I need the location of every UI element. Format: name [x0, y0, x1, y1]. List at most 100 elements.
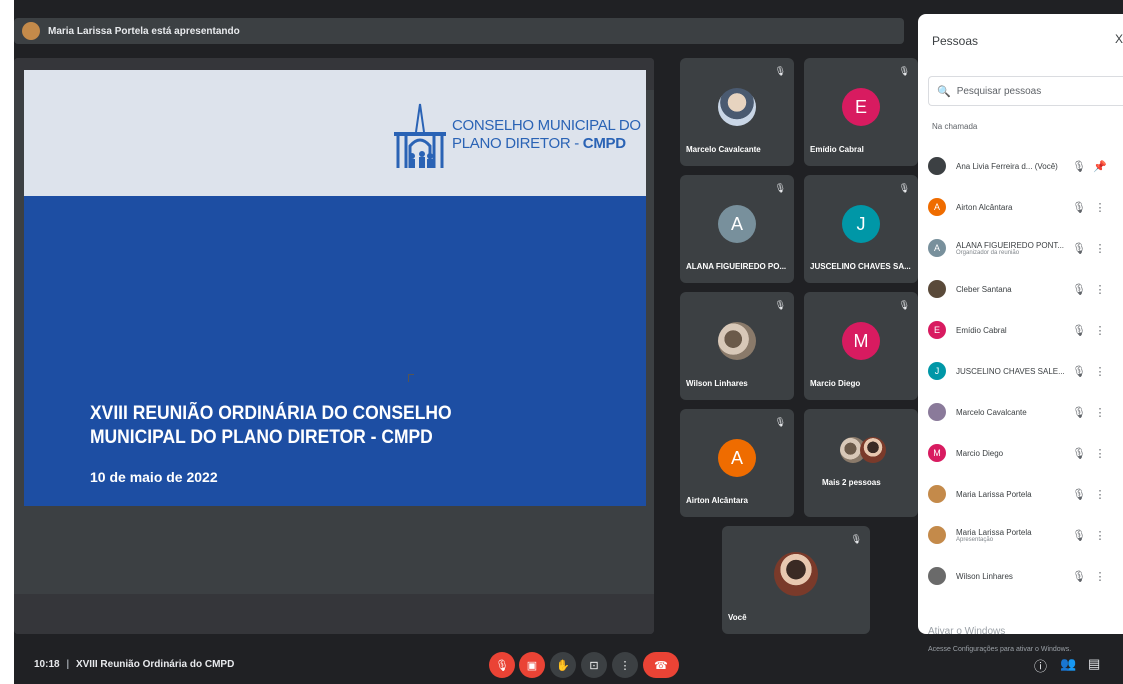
mic-off-icon[interactable]: 🎙 — [1068, 447, 1090, 460]
participant-tile[interactable]: 🎙 Marcelo Cavalcante — [680, 58, 794, 166]
person-text: Maria Larissa Portela — [956, 490, 1068, 499]
person-name: Marcelo Cavalcante — [956, 407, 1027, 417]
participant-name: Airton Alcântara — [686, 496, 748, 505]
person-name: Marcio Diego — [956, 448, 1004, 458]
person-name: Maria Larissa Portela — [956, 527, 1032, 537]
mic-off-icon[interactable]: 🎙 — [1068, 160, 1090, 173]
more-vert-icon[interactable]: ⋮ — [1090, 283, 1110, 296]
mic-off-icon[interactable]: 🎙 — [1068, 324, 1090, 337]
end-call-button[interactable]: ☎ — [643, 652, 679, 678]
more-vert-icon[interactable]: ⋮ — [1090, 201, 1110, 214]
people-list-item[interactable]: Maria Larissa Portela 🎙 ⋮ — [928, 476, 1123, 512]
participant-name: Wilson Linhares — [686, 379, 748, 388]
more-vert-icon[interactable]: ⋮ — [1090, 447, 1110, 460]
mic-off-icon[interactable]: 🎙 — [1068, 488, 1090, 501]
raise-hand-button[interactable]: ✋ — [550, 652, 576, 678]
avatar — [928, 280, 946, 298]
people-list-item[interactable]: A ALANA FIGUEIREDO PONT... Organizador da … — [928, 230, 1123, 266]
participant-tile[interactable]: 🎙 J JUSCELINO CHAVES SA... — [804, 175, 918, 283]
participant-name: Você — [728, 613, 747, 622]
participant-tile[interactable]: 🎙 M Marcio Diego — [804, 292, 918, 400]
avatar — [928, 485, 946, 503]
avatar: J — [842, 205, 880, 243]
person-text: Airton Alcântara — [956, 203, 1068, 212]
participant-tile[interactable]: 🎙 A ALANA FIGUEIREDO PO... — [680, 175, 794, 283]
presenting-text: Maria Larissa Portela está apresentando — [48, 25, 240, 37]
participant-name: Marcelo Cavalcante — [686, 145, 761, 154]
more-vert-icon[interactable]: ⋮ — [1090, 406, 1110, 419]
section-label: Na chamada — [932, 122, 978, 131]
self-tile[interactable]: 🎙 Você — [722, 526, 870, 634]
search-input[interactable]: 🔍 Pesquisar pessoas — [928, 76, 1123, 106]
mic-off-icon[interactable]: 🎙 — [1068, 406, 1090, 419]
mic-off-icon[interactable]: 🎙 — [1068, 365, 1090, 378]
people-list-item[interactable]: Ana Livia Ferreira d... (Você) 🎙 📌 — [928, 148, 1123, 184]
person-text: JUSCELINO CHAVES SALE... — [956, 367, 1068, 376]
people-list-item[interactable]: Marcelo Cavalcante 🎙 ⋮ — [928, 394, 1123, 430]
avatar — [928, 403, 946, 421]
more-vert-icon[interactable]: ⋮ — [1090, 488, 1110, 501]
slide-title: XVIII REUNIÃO ORDINÁRIA DO CONSELHO MUNI… — [90, 402, 522, 450]
person-name: Wilson Linhares — [956, 571, 1013, 581]
more-vert-icon[interactable]: ⋮ — [1090, 529, 1110, 542]
avatar: M — [842, 322, 880, 360]
person-name: Ana Livia Ferreira d... (Você) — [956, 161, 1058, 171]
info-icon[interactable]: ⓘ — [1034, 656, 1047, 675]
people-list-item[interactable]: Wilson Linhares 🎙 ⋮ — [928, 558, 1123, 594]
mic-off-icon[interactable]: 🎙 — [1068, 529, 1090, 542]
participant-name: JUSCELINO CHAVES SA... — [810, 262, 911, 271]
meeting-info: 10:18 | XVIII Reunião Ordinária do CMPD — [34, 659, 234, 670]
mouse-cursor-icon — [408, 374, 414, 382]
logo-line-2: PLANO DIRETOR - CMPD — [452, 135, 641, 153]
participant-tile[interactable]: 🎙 E Emídio Cabral — [804, 58, 918, 166]
windows-watermark-title: Ativar o Windows — [928, 626, 1006, 637]
mic-off-icon: 🎙 — [774, 300, 786, 310]
more-vert-icon[interactable]: ⋮ — [1090, 242, 1110, 255]
person-text: Wilson Linhares — [956, 572, 1068, 581]
meeting-title: XVIII Reunião Ordinária do CMPD — [75, 659, 235, 670]
more-vert-icon[interactable]: ⋮ — [1090, 324, 1110, 337]
avatar: A — [718, 439, 756, 477]
people-list-item[interactable]: J JUSCELINO CHAVES SALE... 🎙 ⋮ — [928, 353, 1123, 389]
mic-toggle-button[interactable]: 🎙 — [489, 652, 515, 678]
participant-tile[interactable]: 🎙 Wilson Linhares — [680, 292, 794, 400]
participant-name: ALANA FIGUEIREDO PO... — [686, 262, 787, 271]
person-name: JUSCELINO CHAVES SALE... — [956, 366, 1065, 376]
cmpd-logo: CONSELHO MUNICIPAL DO PLANO DIRETOR - CM… — [392, 98, 641, 172]
people-list-item[interactable]: M Marcio Diego 🎙 ⋮ — [928, 435, 1123, 471]
mic-off-icon[interactable]: 🎙 — [1068, 570, 1090, 583]
person-name: Airton Alcântara — [956, 202, 1013, 212]
chat-icon[interactable]: ▤ — [1088, 656, 1100, 672]
camera-toggle-button[interactable]: ▣ — [519, 652, 545, 678]
mic-off-icon[interactable]: 🎙 — [1068, 242, 1090, 255]
pin-icon[interactable]: 📌 — [1090, 160, 1110, 173]
close-icon[interactable]: X — [1115, 32, 1123, 46]
more-vert-icon[interactable]: ⋮ — [1090, 570, 1110, 583]
people-list-item[interactable]: A Airton Alcântara 🎙 ⋮ — [928, 189, 1123, 225]
person-name: ALANA FIGUEIREDO PONT... — [956, 240, 1065, 250]
avatar: A — [928, 239, 946, 257]
person-text: ALANA FIGUEIREDO PONT... Organizador da r… — [956, 241, 1068, 256]
people-panel: Pessoas X 🔍 Pesquisar pessoas Na chamada… — [918, 14, 1123, 634]
people-list-item[interactable]: Maria Larissa Portela Apresentação 🎙 ⋮ — [928, 517, 1123, 553]
more-people-tile[interactable]: Mais 2 pessoas — [804, 409, 918, 517]
slide-title-line-1: XVIII REUNIÃO ORDINÁRIA DO CONSELHO — [90, 403, 452, 424]
avatar — [860, 437, 886, 463]
people-list-item[interactable]: E Emídio Cabral 🎙 ⋮ — [928, 312, 1123, 348]
more-vert-icon[interactable]: ⋮ — [1090, 365, 1110, 378]
panel-title: Pessoas — [932, 34, 979, 48]
mic-off-icon[interactable]: 🎙 — [1068, 201, 1090, 214]
people-list-item[interactable]: Cleber Santana 🎙 ⋮ — [928, 271, 1123, 307]
avatar: E — [928, 321, 946, 339]
person-text: Marcio Diego — [956, 449, 1068, 458]
person-name: Maria Larissa Portela — [956, 489, 1032, 499]
avatar — [928, 526, 946, 544]
mic-off-icon[interactable]: 🎙 — [1068, 283, 1090, 296]
people-icon[interactable]: 👥 — [1060, 656, 1076, 672]
more-options-button[interactable]: ⋮ — [612, 652, 638, 678]
present-button[interactable]: ⊡ — [581, 652, 607, 678]
avatar — [718, 322, 756, 360]
person-role: Apresentação — [956, 536, 994, 543]
participant-tile[interactable]: 🎙 A Airton Alcântara — [680, 409, 794, 517]
slide-body-area — [24, 196, 646, 506]
